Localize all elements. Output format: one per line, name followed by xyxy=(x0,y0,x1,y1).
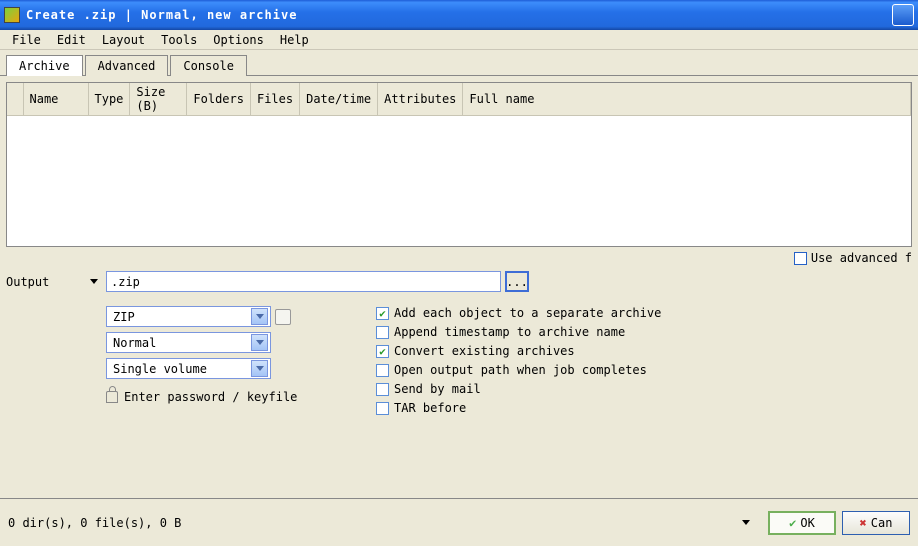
col-attributes[interactable]: Attributes xyxy=(378,83,463,116)
opt-openpath-checkbox[interactable] xyxy=(376,364,389,377)
window-title: Create .zip | Normal, new archive xyxy=(26,8,890,22)
opt-tarbefore-row[interactable]: TAR before xyxy=(376,401,661,415)
col-type[interactable]: Type xyxy=(88,83,130,116)
volume-combo[interactable]: Single volume xyxy=(106,358,271,379)
col-name[interactable]: Name xyxy=(23,83,88,116)
close-icon: ✖ xyxy=(860,516,867,530)
menu-edit[interactable]: Edit xyxy=(49,31,94,49)
col-fullname[interactable]: Full name xyxy=(463,83,911,116)
title-bar: Create .zip | Normal, new archive xyxy=(0,0,918,30)
ok-button-label: OK xyxy=(800,516,814,530)
menu-options[interactable]: Options xyxy=(205,31,272,49)
col-datetime[interactable]: Date/time xyxy=(300,83,378,116)
status-text: 0 dir(s), 0 file(s), 0 B xyxy=(8,516,742,530)
advanced-filters-row: Use advanced f xyxy=(6,247,912,271)
opt-sendmail-label: Send by mail xyxy=(394,382,481,396)
tab-archive[interactable]: Archive xyxy=(6,55,83,76)
col-icon[interactable] xyxy=(7,83,23,116)
format-options-icon[interactable] xyxy=(275,309,291,325)
check-icon: ✔ xyxy=(789,516,796,530)
opt-timestamp-label: Append timestamp to archive name xyxy=(394,325,625,339)
col-size[interactable]: Size (B) xyxy=(130,83,187,116)
file-list[interactable]: Name Type Size (B) Folders Files Date/ti… xyxy=(6,82,912,247)
opt-timestamp-checkbox[interactable] xyxy=(376,326,389,339)
opt-convert-checkbox[interactable] xyxy=(376,345,389,358)
opt-openpath-row[interactable]: Open output path when job completes xyxy=(376,363,661,377)
opt-sendmail-checkbox[interactable] xyxy=(376,383,389,396)
opt-sendmail-row[interactable]: Send by mail xyxy=(376,382,661,396)
opt-separate-label: Add each object to a separate archive xyxy=(394,306,661,320)
cancel-button[interactable]: ✖ Can xyxy=(842,511,910,535)
tab-console[interactable]: Console xyxy=(170,55,247,76)
tab-advanced[interactable]: Advanced xyxy=(85,55,169,76)
chevron-down-icon xyxy=(251,360,268,377)
volume-value: Single volume xyxy=(113,362,251,376)
lock-icon xyxy=(106,391,118,403)
output-label-wrap[interactable]: Output xyxy=(6,275,106,289)
opt-tarbefore-checkbox[interactable] xyxy=(376,402,389,415)
opt-separate-checkbox[interactable] xyxy=(376,307,389,320)
password-hint: Enter password / keyfile xyxy=(124,390,297,404)
minimize-button[interactable] xyxy=(892,4,914,26)
tabs: Archive Advanced Console xyxy=(0,50,918,76)
ok-button[interactable]: ✔ OK xyxy=(768,511,836,535)
opt-openpath-label: Open output path when job completes xyxy=(394,363,647,377)
menu-help[interactable]: Help xyxy=(272,31,317,49)
output-label: Output xyxy=(6,275,90,289)
menu-tools[interactable]: Tools xyxy=(153,31,205,49)
chevron-down-icon xyxy=(251,308,268,325)
opt-tarbefore-label: TAR before xyxy=(394,401,466,415)
output-dropdown-icon xyxy=(90,279,98,284)
status-dropdown-icon[interactable] xyxy=(742,520,750,525)
app-icon xyxy=(4,7,20,23)
menu-bar: File Edit Layout Tools Options Help xyxy=(0,30,918,50)
browse-button-label: ... xyxy=(506,275,528,289)
opt-convert-label: Convert existing archives xyxy=(394,344,575,358)
use-advanced-filters-label: Use advanced f xyxy=(811,251,912,265)
format-combo[interactable]: ZIP xyxy=(106,306,271,327)
use-advanced-filters-checkbox[interactable] xyxy=(794,252,807,265)
menu-file[interactable]: File xyxy=(4,31,49,49)
opt-timestamp-row[interactable]: Append timestamp to archive name xyxy=(376,325,661,339)
chevron-down-icon xyxy=(251,334,268,351)
col-files[interactable]: Files xyxy=(250,83,299,116)
level-combo[interactable]: Normal xyxy=(106,332,271,353)
cancel-button-label: Can xyxy=(871,516,893,530)
menu-layout[interactable]: Layout xyxy=(94,31,153,49)
output-section: Output ... ZIP Normal xyxy=(6,271,912,415)
opt-separate-row[interactable]: Add each object to a separate archive xyxy=(376,306,661,320)
status-bar: 0 dir(s), 0 file(s), 0 B ✔ OK ✖ Can xyxy=(0,498,918,546)
password-row[interactable]: Enter password / keyfile xyxy=(106,390,366,404)
format-value: ZIP xyxy=(113,310,251,324)
col-folders[interactable]: Folders xyxy=(187,83,251,116)
output-path-input[interactable] xyxy=(106,271,501,292)
opt-convert-row[interactable]: Convert existing archives xyxy=(376,344,661,358)
level-value: Normal xyxy=(113,336,251,350)
browse-button[interactable]: ... xyxy=(505,271,529,292)
content-area: Name Type Size (B) Folders Files Date/ti… xyxy=(0,76,918,498)
